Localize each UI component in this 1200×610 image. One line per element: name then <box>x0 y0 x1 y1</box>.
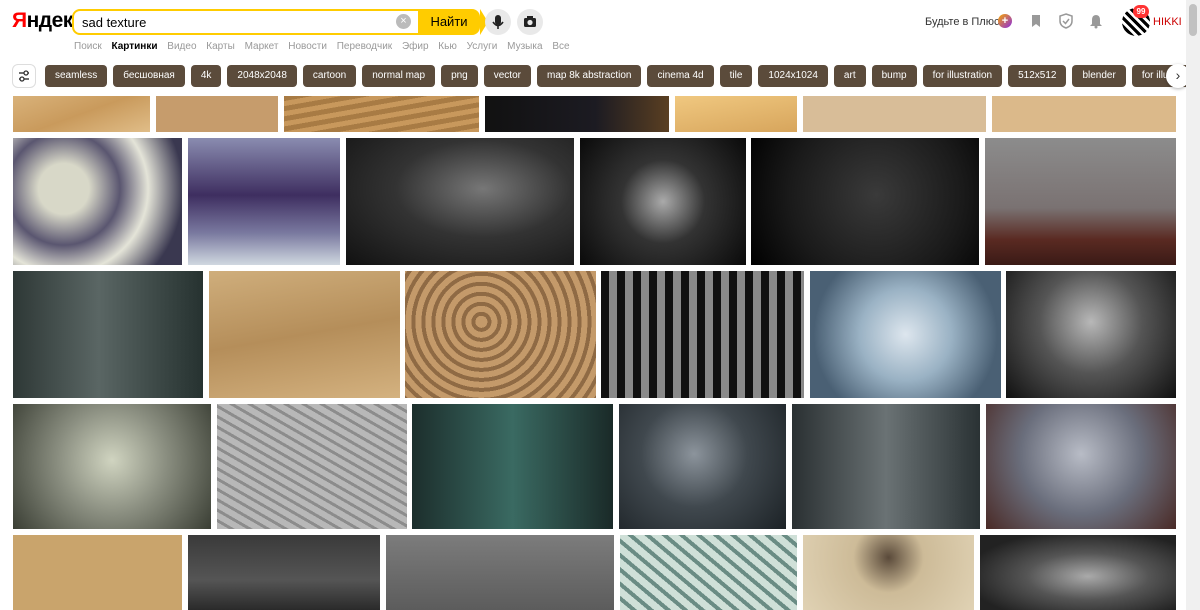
image-thumbnail[interactable] <box>619 404 786 529</box>
image-thumbnail[interactable] <box>986 404 1176 529</box>
tab-news[interactable]: Новости <box>288 41 327 52</box>
user-name[interactable]: HIKKI <box>1153 16 1182 28</box>
search-input[interactable] <box>82 15 382 30</box>
notification-badge: 99 <box>1133 5 1149 18</box>
image-thumbnail[interactable] <box>188 138 340 265</box>
search-tabs: Поиск Картинки Видео Карты Маркет Новост… <box>74 41 577 52</box>
tab-music[interactable]: Музыка <box>507 41 542 52</box>
image-thumbnail[interactable] <box>156 96 278 132</box>
chip-png[interactable]: png <box>441 65 478 87</box>
bell-icon[interactable] <box>1088 13 1104 29</box>
search-submit-button[interactable]: Найти <box>418 9 488 35</box>
microphone-icon <box>492 15 504 29</box>
chip-512[interactable]: 512x512 <box>1008 65 1067 87</box>
image-thumbnail[interactable] <box>209 271 400 398</box>
chip-tile[interactable]: tile <box>719 65 753 87</box>
image-thumbnail[interactable] <box>803 96 986 132</box>
plus-promo-link[interactable]: Будьте в Плюсе <box>925 16 1006 28</box>
chip-1024[interactable]: 1024x1024 <box>758 65 828 87</box>
chip-vector[interactable]: vector <box>483 65 531 87</box>
plus-icon: + <box>998 14 1012 28</box>
related-queries: seamless бесшовная 4k 2048x2048 cartoon … <box>45 65 1200 87</box>
chip-cartoon[interactable]: cartoon <box>302 65 357 87</box>
image-thumbnail[interactable] <box>985 138 1176 265</box>
image-thumbnail[interactable] <box>803 535 974 610</box>
tab-all[interactable]: Все <box>552 41 569 52</box>
image-thumbnail[interactable] <box>346 138 574 265</box>
chip-for-illustration[interactable]: for illustration <box>922 65 1003 87</box>
logo-letter: Я <box>12 9 27 32</box>
image-thumbnail[interactable] <box>580 138 746 265</box>
shield-icon[interactable] <box>1058 13 1074 29</box>
image-thumbnail[interactable] <box>217 404 407 529</box>
image-search-button[interactable] <box>517 9 543 35</box>
image-thumbnail[interactable] <box>980 535 1176 610</box>
image-thumbnail[interactable] <box>284 96 479 132</box>
image-thumbnail[interactable] <box>810 271 1001 398</box>
filter-icon <box>19 70 29 82</box>
collections-icon[interactable] <box>1028 13 1044 29</box>
image-thumbnail[interactable] <box>13 138 182 265</box>
chip-4k[interactable]: 4k <box>190 65 222 87</box>
chip-seamless[interactable]: seamless <box>45 65 108 87</box>
chip-cinema-4d[interactable]: cinema 4d <box>647 65 714 87</box>
image-thumbnail[interactable] <box>412 404 613 529</box>
tab-search[interactable]: Поиск <box>74 41 102 52</box>
tab-images[interactable]: Картинки <box>112 41 158 52</box>
image-thumbnail[interactable] <box>485 96 669 132</box>
image-thumbnail[interactable] <box>751 138 979 265</box>
chip-bump[interactable]: bump <box>871 65 917 87</box>
image-thumbnail[interactable] <box>405 271 596 398</box>
tab-services[interactable]: Услуги <box>467 41 498 52</box>
image-thumbnail[interactable] <box>792 404 980 529</box>
scrollbar-thumb[interactable] <box>1189 4 1197 36</box>
filters-button[interactable] <box>12 64 36 88</box>
tab-video[interactable]: Видео <box>167 41 196 52</box>
image-thumbnail[interactable] <box>13 404 211 529</box>
image-thumbnail[interactable] <box>1006 271 1176 398</box>
tab-efir[interactable]: Эфир <box>402 41 429 52</box>
chip-besshovnaya[interactable]: бесшовная <box>113 65 185 87</box>
chip-art[interactable]: art <box>833 65 866 87</box>
image-thumbnail[interactable] <box>13 271 203 398</box>
scrollbar[interactable] <box>1186 0 1200 610</box>
header: Яндекс × Найти Поиск Картинки Видео Карт… <box>0 0 1200 56</box>
tab-maps[interactable]: Карты <box>206 41 235 52</box>
chip-2048[interactable]: 2048x2048 <box>227 65 297 87</box>
tab-translator[interactable]: Переводчик <box>337 41 392 52</box>
image-thumbnail[interactable] <box>13 535 182 610</box>
tab-q[interactable]: Кью <box>438 41 457 52</box>
image-thumbnail[interactable] <box>620 535 797 610</box>
camera-icon <box>524 16 536 27</box>
chip-blender[interactable]: blender <box>1072 65 1126 87</box>
tab-market[interactable]: Маркет <box>245 41 279 52</box>
image-thumbnail[interactable] <box>601 271 804 398</box>
chip-map-8k[interactable]: map 8k abstraction <box>536 65 642 87</box>
image-thumbnail[interactable] <box>188 535 380 610</box>
image-thumbnail[interactable] <box>992 96 1176 132</box>
clear-search-button[interactable]: × <box>396 14 411 29</box>
chip-normal-map[interactable]: normal map <box>362 65 436 87</box>
image-thumbnail[interactable] <box>13 96 150 132</box>
voice-search-button[interactable] <box>485 9 511 35</box>
image-thumbnail[interactable] <box>386 535 614 610</box>
search-box: × Найти <box>72 9 488 35</box>
image-thumbnail[interactable] <box>675 96 797 132</box>
